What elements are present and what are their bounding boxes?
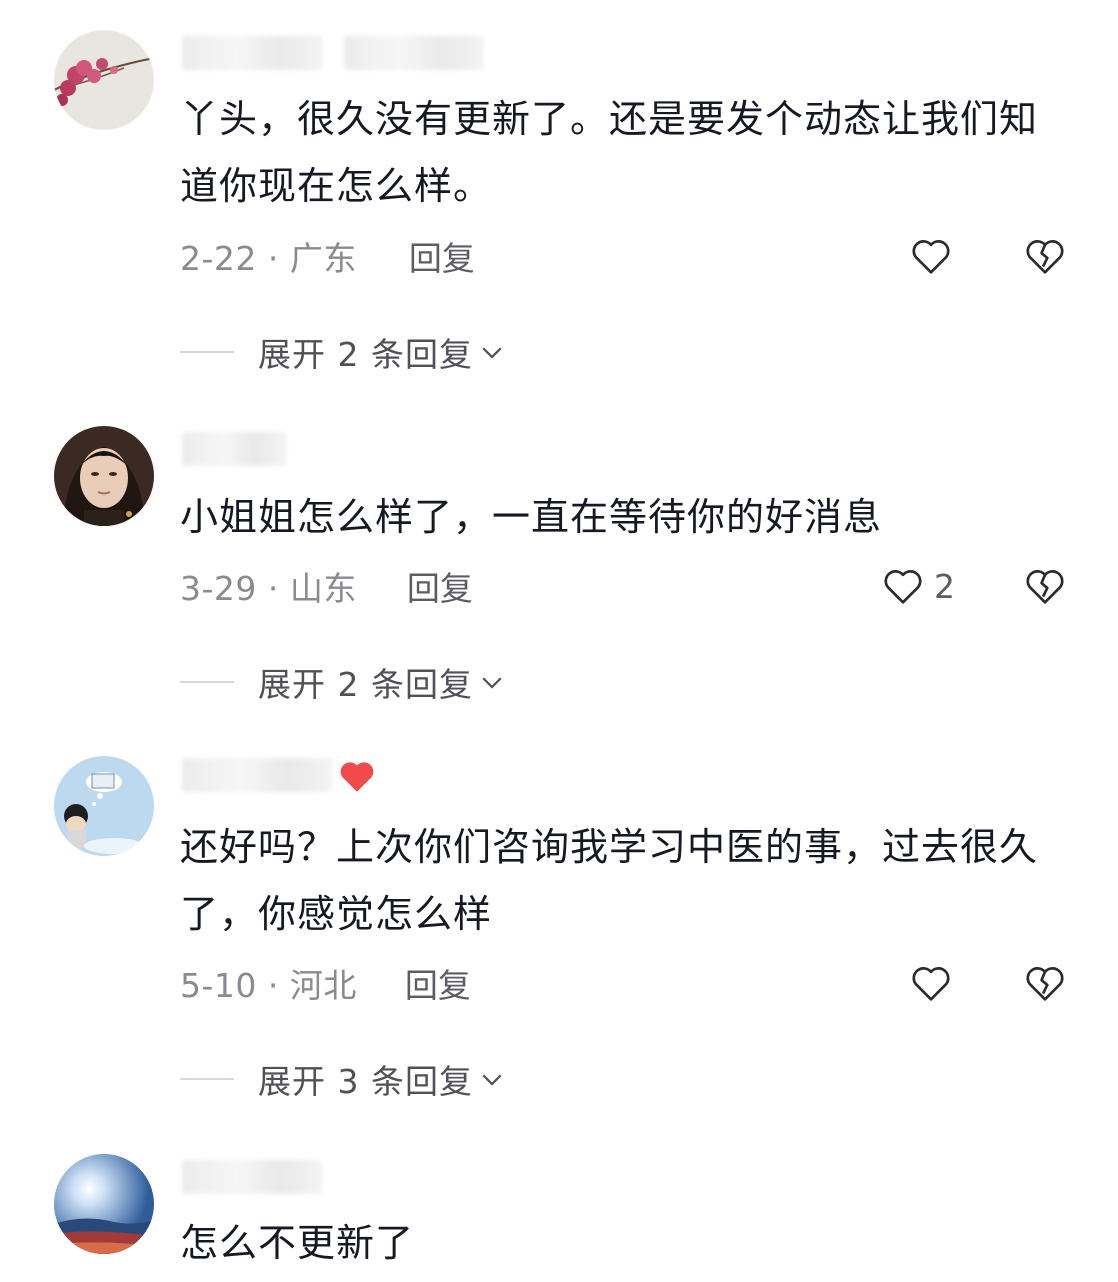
avatar-image [54, 756, 154, 856]
like-count: 2 [934, 566, 955, 606]
heart-outline-icon [884, 570, 922, 604]
comment-text: 丫头，很久没有更新了。还是要发个动态让我们知道你现在怎么样。 [180, 97, 1039, 208]
comment-date-location: 5-10 · 河北 [180, 966, 357, 1005]
comment-text: 小姐姐怎么样了，一直在等待你的好消息 [180, 495, 883, 539]
username-blurred[interactable] [182, 1160, 322, 1194]
expand-replies-label: 展开 2 条回复 [258, 665, 473, 704]
username-blurred [344, 36, 484, 70]
divider-line [180, 351, 234, 353]
divider-line [180, 1078, 234, 1080]
username-blurred[interactable] [182, 36, 322, 70]
comment-meta: 2-22 · 广东 回复 [180, 234, 475, 278]
divider-line [180, 681, 234, 683]
expand-replies-label: 展开 3 条回复 [258, 1062, 473, 1101]
broken-heart-icon[interactable] [1022, 960, 1068, 1006]
expand-replies-button[interactable]: 展开 2 条回复 [180, 660, 507, 704]
avatar-image [54, 426, 154, 526]
broken-heart-icon[interactable] [1022, 563, 1068, 609]
expand-replies-button[interactable]: 展开 2 条回复 [180, 330, 507, 374]
username-blurred[interactable] [182, 432, 286, 466]
avatar[interactable] [54, 756, 154, 856]
avatar-image [54, 1154, 154, 1254]
heart-badge-icon [340, 762, 374, 792]
comment-meta: 3-29 · 山东 回复 [180, 564, 473, 608]
expand-replies-label: 展开 2 条回复 [258, 335, 473, 374]
like-button[interactable] [908, 958, 962, 1008]
avatar[interactable] [54, 30, 154, 130]
comment-date-location: 3-29 · 山东 [180, 569, 357, 608]
comment-text: 还好吗？上次你们咨询我学习中医的事，过去很久了，你感觉怎么样 [180, 825, 1039, 936]
avatar[interactable] [54, 426, 154, 526]
chevron-down-icon [482, 347, 502, 359]
reply-button[interactable]: 回复 [409, 232, 475, 280]
username-blurred[interactable] [182, 758, 332, 792]
expand-replies-button[interactable]: 展开 3 条回复 [180, 1057, 507, 1101]
chevron-down-icon [482, 1074, 502, 1086]
avatar-image [54, 30, 154, 130]
reply-button[interactable]: 回复 [407, 562, 473, 610]
broken-heart-icon[interactable] [1022, 233, 1068, 279]
chevron-down-icon [482, 677, 502, 689]
heart-outline-icon [912, 967, 950, 1001]
heart-outline-icon [912, 240, 950, 274]
reply-button[interactable]: 回复 [405, 959, 471, 1007]
like-button[interactable]: 2 [880, 561, 955, 611]
comment-date-location: 2-22 · 广东 [180, 239, 357, 278]
comment-text: 怎么不更新了 [180, 1221, 415, 1265]
like-button[interactable] [908, 231, 962, 281]
avatar[interactable] [54, 1154, 154, 1254]
comment-meta: 5-10 · 河北 回复 [180, 961, 471, 1005]
